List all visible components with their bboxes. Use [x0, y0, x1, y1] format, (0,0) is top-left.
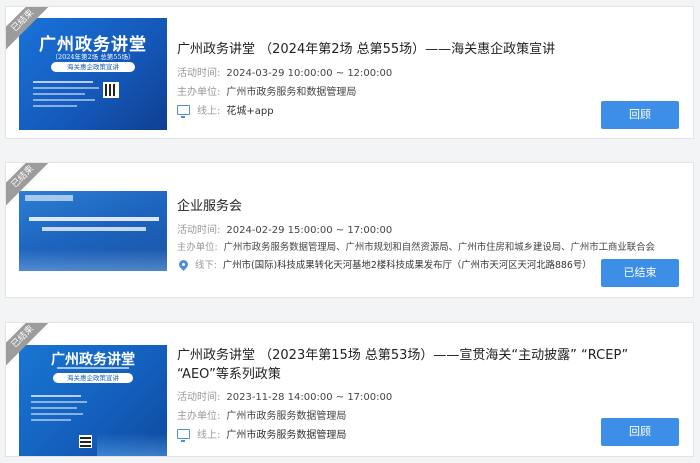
time-label: 活动时间:	[177, 225, 221, 236]
event-card[interactable]: 已结束 广州政务讲堂 （2024年第2场 总第55场） 海关惠企政策宣讲 广州政…	[5, 6, 694, 139]
event-venue: 线上: 花城+app	[177, 102, 274, 118]
venue-label: 线上:	[197, 106, 221, 117]
event-card[interactable]: 已结束 广州政务讲堂 海关惠企政策宣讲 广州政务讲堂 （2023年第15场 总第…	[5, 322, 694, 457]
location-pin-icon	[177, 257, 190, 271]
poster-city-skyline	[19, 249, 167, 271]
host-value: 广州市政务服务和数据管理局	[226, 87, 357, 98]
event-card[interactable]: 已结束 企业服务会 活动时间: 2024-02-29 15:00:00 ~ 17:…	[5, 162, 694, 298]
event-host: 主办单位: 广州市政务服务数据管理局	[177, 407, 346, 422]
host-label: 主办单位:	[177, 87, 221, 98]
time-value: 2024-02-29 15:00:00 ~ 17:00:00	[226, 225, 393, 236]
poster-skyline	[97, 433, 167, 456]
event-venue: 线下: 广州市(国际)科技成果转化天河基地2楼科技成果发布厅（广州市天河区天河北…	[177, 257, 592, 271]
host-label: 主办单位:	[177, 242, 218, 253]
venue-label: 线下:	[195, 260, 217, 271]
monitor-icon	[177, 104, 190, 118]
event-title[interactable]: 广州政务讲堂 （2024年第2场 总第55场）——海关惠企政策宣讲	[177, 40, 675, 59]
time-value: 2023-11-28 14:00:00 ~ 17:00:00	[226, 392, 393, 403]
event-time: 活动时间: 2023-11-28 14:00:00 ~ 17:00:00	[177, 388, 392, 403]
qr-code-icon	[79, 435, 92, 448]
time-label: 活动时间:	[177, 68, 221, 79]
event-host: 主办单位: 广州市政务服务和数据管理局	[177, 83, 356, 98]
poster-banner: 海关惠企政策宣讲	[51, 62, 135, 72]
event-title[interactable]: 企业服务会	[177, 197, 675, 216]
poster-subtitle-line	[57, 367, 129, 369]
venue-value: 花城+app	[226, 106, 274, 117]
poster-title: 广州政务讲堂	[51, 352, 135, 368]
host-value: 广州市政务服务数据管理局	[226, 411, 347, 422]
event-venue: 线上: 广州市政务服务数据管理局	[177, 426, 347, 442]
event-poster[interactable]	[19, 191, 167, 271]
time-label: 活动时间:	[177, 392, 221, 403]
ended-button[interactable]: 已结束	[601, 259, 679, 287]
host-value: 广州市政务服务数据管理局、广州市规划和自然资源局、广州市住房和城乡建设局、广州市…	[223, 242, 655, 253]
venue-label: 线上:	[197, 430, 221, 441]
event-title[interactable]: 广州政务讲堂 （2023年第15场 总第53场）——宣贯海关“主动披露” “RC…	[177, 346, 675, 384]
event-time: 活动时间: 2024-02-29 15:00:00 ~ 17:00:00	[177, 221, 392, 236]
poster-logo-icon	[25, 195, 73, 201]
monitor-icon	[177, 428, 190, 442]
time-value: 2024-03-29 10:00:00 ~ 12:00:00	[226, 68, 393, 79]
qr-code-icon	[103, 82, 119, 98]
replay-button[interactable]: 回顾	[601, 101, 679, 129]
poster-details	[31, 391, 91, 421]
event-time: 活动时间: 2024-03-29 10:00:00 ~ 12:00:00	[177, 64, 392, 79]
replay-button[interactable]: 回顾	[601, 418, 679, 446]
poster-banner: 海关惠企政策宣讲	[53, 373, 133, 383]
host-label: 主办单位:	[177, 411, 221, 422]
poster-subtitle: （2024年第2场 总第55场）	[51, 53, 135, 61]
event-host: 主办单位: 广州市政务服务数据管理局、广州市规划和自然资源局、广州市住房和城乡建设…	[177, 239, 655, 253]
venue-value: 广州市(国际)科技成果转化天河基地2楼科技成果发布厅（广州市天河区天河北路886…	[222, 260, 592, 271]
event-poster[interactable]: 广州政务讲堂 （2024年第2场 总第55场） 海关惠企政策宣讲	[19, 18, 167, 130]
event-poster[interactable]: 广州政务讲堂 海关惠企政策宣讲	[19, 345, 167, 456]
venue-value: 广州市政务服务数据管理局	[226, 430, 347, 441]
poster-headline-lines	[29, 217, 159, 231]
poster-details	[33, 78, 103, 116]
